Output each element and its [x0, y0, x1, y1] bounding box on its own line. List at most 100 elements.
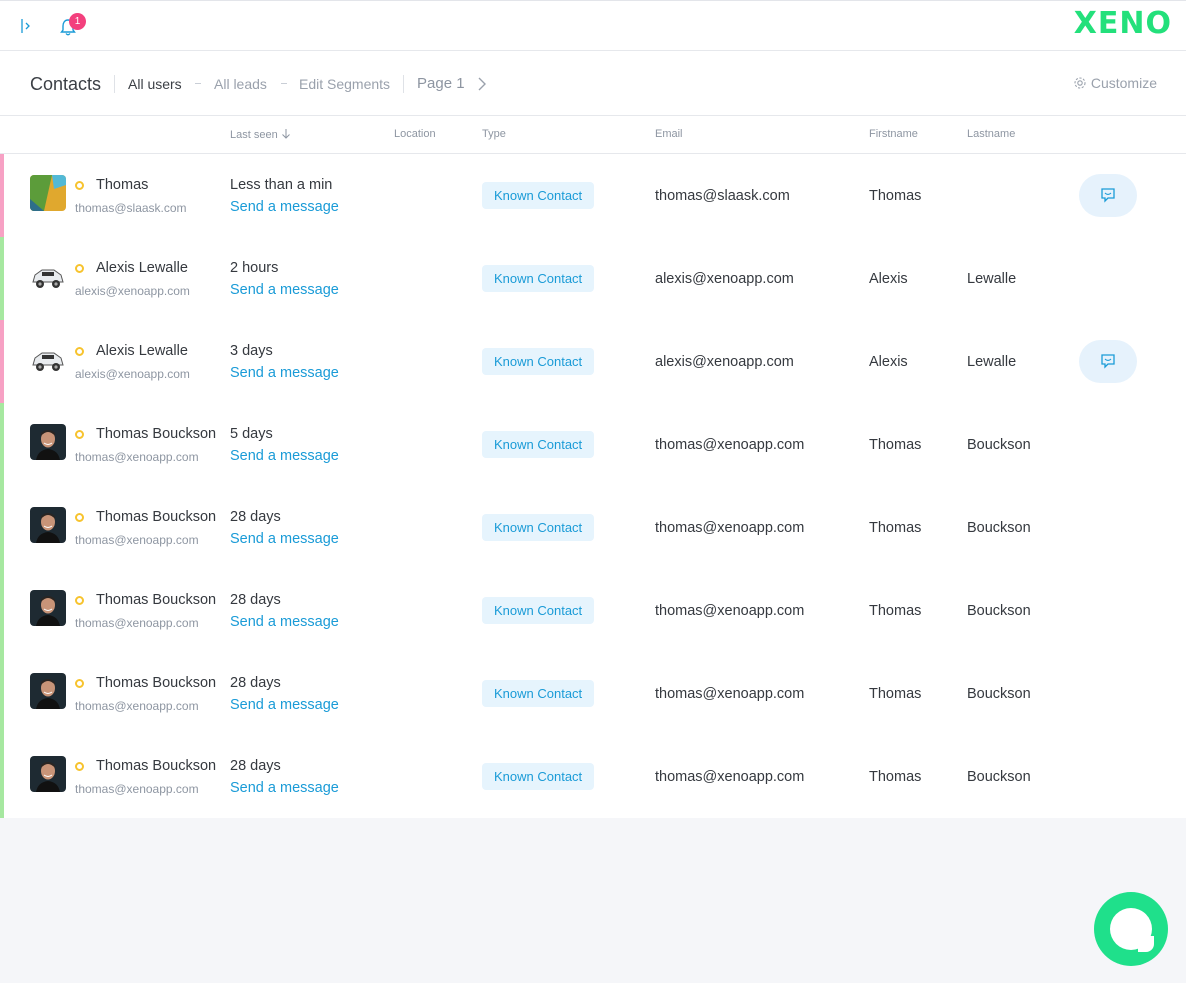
table-header: Last seen Location Type Email Firstname … — [0, 116, 1186, 154]
contact-name[interactable]: Thomas — [96, 177, 148, 193]
type-badge: Known Contact — [482, 182, 595, 209]
table-body: Thomas thomas@slaask.com Less than a min Se… — [0, 154, 1186, 818]
contact-name[interactable]: Thomas Bouckson — [96, 758, 216, 774]
status-dot — [75, 347, 84, 356]
firstname-cell: Alexis — [869, 354, 908, 370]
firstname-cell: Thomas — [869, 188, 922, 204]
top-bar: 1 XENO — [0, 0, 1186, 51]
type-badge: Known Contact — [482, 265, 595, 292]
email-cell: alexis@xenoapp.com — [655, 271, 794, 287]
chevron-right-icon[interactable] — [476, 75, 488, 93]
type-badge: Known Contact — [482, 680, 595, 707]
divider — [403, 75, 404, 93]
customize-button[interactable]: Customize — [1073, 75, 1157, 91]
send-message-link[interactable]: Send a message — [230, 282, 339, 298]
avatar[interactable] — [30, 590, 66, 626]
table-row[interactable]: Thomas Bouckson thomas@xenoapp.com 28 days… — [0, 486, 1186, 569]
send-message-link[interactable]: Send a message — [230, 531, 339, 547]
status-dot — [75, 762, 84, 771]
column-last-seen-label: Last seen — [230, 129, 278, 141]
contact-sub-email: thomas@xenoapp.com — [75, 699, 199, 713]
lastname-cell: Bouckson — [967, 603, 1031, 619]
table-row[interactable]: Thomas thomas@slaask.com Less than a min Se… — [0, 154, 1186, 237]
table-row[interactable]: Thomas Bouckson thomas@xenoapp.com 28 days… — [0, 735, 1186, 818]
contact-name[interactable]: Thomas Bouckson — [96, 509, 216, 525]
open-conversation-button[interactable] — [1079, 174, 1137, 217]
contact-sub-email: thomas@xenoapp.com — [75, 782, 199, 796]
column-email[interactable]: Email — [655, 128, 683, 140]
page-title: Contacts — [30, 74, 102, 94]
gear-icon — [1074, 77, 1086, 89]
last-seen-value: 28 days — [230, 592, 281, 608]
sort-arrow-down-icon — [281, 129, 290, 139]
send-message-link[interactable]: Send a message — [230, 614, 339, 630]
column-location[interactable]: Location — [394, 128, 436, 140]
send-message-link[interactable]: Send a message — [230, 199, 339, 215]
last-seen-value: 28 days — [230, 758, 281, 774]
send-message-link[interactable]: Send a message — [230, 697, 339, 713]
open-conversation-button[interactable] — [1079, 340, 1137, 383]
send-message-link[interactable]: Send a message — [230, 448, 339, 464]
send-message-link[interactable]: Send a message — [230, 365, 339, 381]
contact-name[interactable]: Alexis Lewalle — [96, 260, 188, 276]
contact-sub-email: thomas@xenoapp.com — [75, 533, 199, 547]
table-row[interactable]: Thomas Bouckson thomas@xenoapp.com 28 days… — [0, 569, 1186, 652]
avatar[interactable] — [30, 507, 66, 543]
contact-sub-email: thomas@slaask.com — [75, 201, 187, 215]
avatar[interactable] — [30, 258, 66, 294]
lastname-cell: Bouckson — [967, 686, 1031, 702]
send-message-link[interactable]: Send a message — [230, 780, 339, 796]
status-dot — [75, 430, 84, 439]
contact-name[interactable]: Thomas Bouckson — [96, 675, 216, 691]
tab-edit-segments[interactable]: Edit Segments — [299, 76, 390, 92]
email-cell: thomas@xenoapp.com — [655, 769, 805, 785]
email-cell: thomas@xenoapp.com — [655, 603, 805, 619]
contacts-header: Contacts All users All leads Edit Segmen… — [0, 51, 1186, 116]
email-cell: thomas@slaask.com — [655, 188, 790, 204]
row-status-bar — [0, 735, 4, 818]
avatar[interactable] — [30, 673, 66, 709]
firstname-cell: Thomas — [869, 603, 922, 619]
column-type[interactable]: Type — [482, 128, 506, 140]
avatar[interactable] — [30, 756, 66, 792]
firstname-cell: Thomas — [869, 520, 922, 536]
contact-sub-email: alexis@xenoapp.com — [75, 367, 190, 381]
contact-name[interactable]: Thomas Bouckson — [96, 592, 216, 608]
last-seen-value: 28 days — [230, 675, 281, 691]
sidebar-toggle-icon[interactable] — [16, 16, 36, 36]
contact-sub-email: thomas@xenoapp.com — [75, 450, 199, 464]
table-row[interactable]: Thomas Bouckson thomas@xenoapp.com 28 days… — [0, 652, 1186, 735]
last-seen-value: 2 hours — [230, 260, 279, 276]
contact-name[interactable]: Alexis Lewalle — [96, 343, 188, 359]
notification-badge: 1 — [69, 13, 86, 30]
lastname-cell: Bouckson — [967, 769, 1031, 785]
tab-all-users[interactable]: All users — [128, 76, 182, 92]
email-cell: thomas@xenoapp.com — [655, 437, 805, 453]
column-last-seen[interactable]: Last seen — [230, 128, 291, 141]
row-status-bar — [0, 403, 4, 486]
column-firstname[interactable]: Firstname — [869, 128, 918, 140]
avatar[interactable] — [30, 341, 66, 377]
chat-launcher-button[interactable] — [1094, 892, 1168, 966]
avatar[interactable] — [30, 175, 66, 211]
table-row[interactable]: Alexis Lewalle alexis@xenoapp.com 2 hours S… — [0, 237, 1186, 320]
table-row[interactable]: Alexis Lewalle alexis@xenoapp.com 3 days Se… — [0, 320, 1186, 403]
column-lastname[interactable]: Lastname — [967, 128, 1015, 140]
contact-sub-email: thomas@xenoapp.com — [75, 616, 199, 630]
status-dot — [75, 679, 84, 688]
firstname-cell: Alexis — [869, 271, 908, 287]
type-badge: Known Contact — [482, 348, 595, 375]
table-row[interactable]: Thomas Bouckson thomas@xenoapp.com 5 days S… — [0, 403, 1186, 486]
tab-all-leads[interactable]: All leads — [214, 76, 267, 92]
row-status-bar — [0, 569, 4, 652]
contact-name[interactable]: Thomas Bouckson — [96, 426, 216, 442]
row-status-bar — [0, 237, 4, 320]
customize-label: Customize — [1090, 75, 1157, 91]
avatar[interactable] — [30, 424, 66, 460]
lastname-cell: Lewalle — [967, 354, 1017, 370]
status-dot — [75, 513, 84, 522]
divider — [114, 75, 115, 93]
divider — [195, 83, 201, 84]
page-indicator: Page 1 — [417, 75, 465, 92]
chat-bubble-tail — [1138, 936, 1154, 952]
